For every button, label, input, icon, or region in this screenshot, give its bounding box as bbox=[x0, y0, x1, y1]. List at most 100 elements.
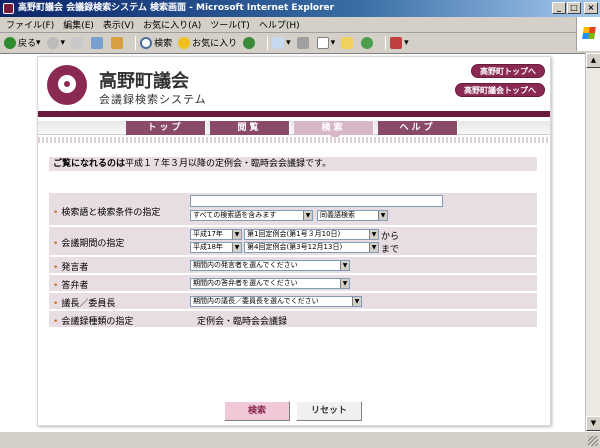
menu-help[interactable]: ヘルプ(H) bbox=[259, 18, 300, 31]
menu-favorites[interactable]: お気に入り(A) bbox=[143, 18, 201, 31]
from-session-select[interactable]: 第1回定例会(第1号３月10日) ▼ bbox=[244, 229, 379, 240]
chair-row: 議長／委員長 期間内の議長／委員長を選んでください▼ bbox=[49, 292, 537, 309]
search-submit-button[interactable]: 検索 bbox=[224, 401, 290, 421]
stop-button[interactable] bbox=[71, 36, 85, 49]
close-button[interactable]: × bbox=[584, 2, 598, 14]
tab-help[interactable]: ヘルプ bbox=[378, 121, 458, 135]
chevron-down-icon: ▼ bbox=[232, 243, 241, 252]
to-year-select[interactable]: 平成18年 ▼ bbox=[190, 242, 242, 253]
notice-text: 平成１７年３月以降の定例会・臨時会会議録です。 bbox=[125, 159, 332, 169]
notice-bar: ご覧になれるのは平成１７年３月以降の定例会・臨時会会議録です。 bbox=[49, 157, 537, 171]
keyword-input[interactable] bbox=[190, 195, 443, 207]
chevron-down-icon: ▼ bbox=[232, 230, 241, 239]
minimize-button[interactable]: _ bbox=[552, 2, 566, 14]
header-divider bbox=[38, 111, 550, 117]
scroll-down-arrow-icon[interactable]: ▼ bbox=[586, 416, 600, 431]
notice-lead: ご覧になれるのは bbox=[53, 159, 126, 169]
search-button[interactable]: 検索 bbox=[140, 36, 172, 49]
menu-view[interactable]: 表示(V) bbox=[103, 18, 134, 31]
synonym-select[interactable]: 同義語検索 ▼ bbox=[317, 210, 388, 221]
chair-select[interactable]: 期間内の議長／委員長を選んでください ▼ bbox=[190, 296, 362, 307]
reset-button[interactable]: リセット bbox=[296, 401, 362, 421]
period-label: 会議期間の指定 bbox=[53, 236, 124, 249]
chevron-down-icon: ▼ bbox=[369, 243, 378, 252]
type-row: 会議録種類の指定 定例会・臨時会会議録 bbox=[49, 310, 537, 327]
edit-button[interactable]: ▾ bbox=[316, 36, 335, 49]
edit-icon bbox=[316, 36, 329, 49]
keyword-row: 検索語と検索条件の指定 すべての検索語を含みます▼ 同義語検索▼ bbox=[49, 192, 537, 225]
tab-top[interactable]: トップ bbox=[126, 121, 206, 135]
mail-button[interactable]: ▾ bbox=[272, 36, 291, 49]
tab-browse[interactable]: 閲覧 bbox=[210, 121, 290, 135]
window-titlebar: 高野町議会 会議録検索システム 検索画面 - Microsoft Interne… bbox=[0, 0, 600, 17]
keyword-mode-select[interactable]: すべての検索語を含みます ▼ bbox=[190, 210, 313, 221]
toolbar-separator bbox=[385, 35, 387, 50]
answerer-label: 答弁者 bbox=[53, 278, 88, 291]
stop-icon bbox=[71, 36, 84, 49]
research-button[interactable]: ▾ bbox=[390, 36, 409, 49]
maximize-button[interactable]: □ bbox=[567, 2, 581, 14]
chevron-down-icon: ▼ bbox=[352, 297, 361, 306]
refresh-button[interactable] bbox=[91, 36, 105, 49]
chevron-down-icon: ▼ bbox=[340, 261, 349, 270]
resize-grip-icon[interactable] bbox=[588, 436, 598, 446]
star-icon bbox=[178, 36, 191, 49]
favorites-button[interactable]: お気に入り bbox=[178, 36, 237, 49]
from-suffix: から bbox=[381, 232, 400, 242]
answerer-row: 答弁者 期間内の答弁者を選んでください▼ bbox=[49, 274, 537, 291]
nav-underline bbox=[38, 137, 550, 143]
council-top-link[interactable]: 高野町議会トップへ bbox=[455, 83, 545, 97]
status-bar bbox=[0, 431, 600, 448]
search-icon bbox=[140, 36, 153, 49]
forward-arrow-icon bbox=[46, 36, 59, 49]
browser-viewport: 高野町議会 会議録検索システム 高野町トップへ 高野町議会トップへ トップ 閲覧… bbox=[0, 53, 585, 431]
chevron-down-icon: ▼ bbox=[378, 211, 387, 220]
to-session-select[interactable]: 第4回定例会(第3号12月13日) ▼ bbox=[244, 242, 379, 253]
type-label: 会議録種類の指定 bbox=[53, 314, 133, 327]
back-button[interactable]: 戻る ▾ bbox=[4, 36, 41, 49]
messenger-icon bbox=[361, 36, 374, 49]
page-container: 高野町議会 会議録検索システム 高野町トップへ 高野町議会トップへ トップ 閲覧… bbox=[37, 56, 551, 426]
town-top-link[interactable]: 高野町トップへ bbox=[471, 64, 545, 78]
research-icon bbox=[390, 36, 403, 49]
folder-icon bbox=[341, 36, 354, 49]
home-icon bbox=[111, 36, 124, 49]
chevron-down-icon: ▼ bbox=[340, 279, 349, 288]
forward-button[interactable]: ▾ bbox=[46, 36, 65, 49]
chevron-down-icon: ▼ bbox=[369, 230, 378, 239]
from-year-select[interactable]: 平成17年 ▼ bbox=[190, 229, 242, 240]
discuss-button[interactable] bbox=[341, 36, 355, 49]
back-arrow-icon bbox=[4, 36, 16, 49]
speaker-row: 発言者 期間内の発言者を選んでください▼ bbox=[49, 256, 537, 273]
browser-toolbar: 戻る ▾ ▾ 検索 お気に入り ▾ ▾ ▾ bbox=[0, 33, 576, 52]
window-title: 高野町議会 会議録検索システム 検索画面 - Microsoft Interne… bbox=[18, 3, 335, 13]
scroll-up-arrow-icon[interactable]: ▲ bbox=[586, 53, 600, 68]
media-icon bbox=[243, 36, 256, 49]
print-button[interactable] bbox=[296, 36, 311, 49]
refresh-icon bbox=[91, 36, 104, 49]
main-nav: トップ 閲覧 検索 ヘルプ bbox=[38, 121, 550, 135]
chevron-down-icon: ▼ bbox=[303, 211, 312, 220]
vertical-scrollbar[interactable]: ▲ ▼ bbox=[585, 53, 600, 431]
to-suffix: まで bbox=[381, 245, 400, 255]
menu-tools[interactable]: ツール(T) bbox=[210, 18, 250, 31]
toolbar-separator bbox=[267, 35, 269, 50]
menu-file[interactable]: ファイル(F) bbox=[6, 18, 54, 31]
site-title: 高野町議会 bbox=[99, 71, 189, 92]
menu-edit[interactable]: 編集(E) bbox=[63, 18, 94, 31]
speaker-label: 発言者 bbox=[53, 260, 88, 273]
print-icon bbox=[296, 36, 309, 49]
period-row: 会議期間の指定 平成17年▼ 第1回定例会(第1号３月10日)▼ から 平成18… bbox=[49, 226, 537, 255]
town-emblem-icon bbox=[47, 65, 87, 105]
chair-label: 議長／委員長 bbox=[53, 296, 115, 309]
home-button[interactable] bbox=[111, 36, 125, 49]
tab-search[interactable]: 検索 bbox=[294, 121, 374, 135]
site-subtitle: 会議録検索システム bbox=[99, 93, 207, 106]
mail-icon bbox=[272, 36, 285, 49]
speaker-select[interactable]: 期間内の発言者を選んでください ▼ bbox=[190, 260, 350, 271]
messenger-button[interactable] bbox=[361, 36, 375, 49]
keyword-label: 検索語と検索条件の指定 bbox=[53, 205, 160, 218]
answerer-select[interactable]: 期間内の答弁者を選んでください ▼ bbox=[190, 278, 350, 289]
media-button[interactable] bbox=[243, 36, 257, 49]
windows-logo-icon bbox=[576, 17, 600, 51]
